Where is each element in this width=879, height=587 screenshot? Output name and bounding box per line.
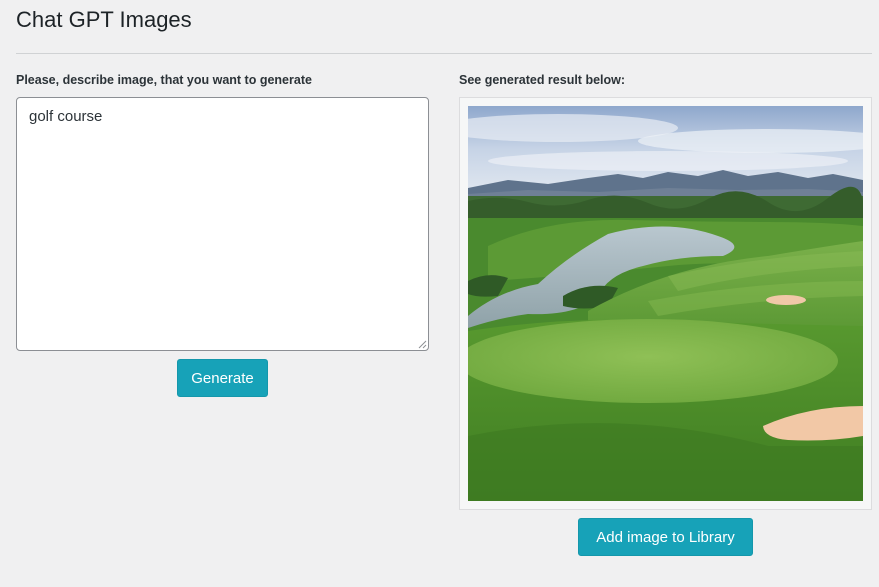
- prompt-textarea[interactable]: golf course: [16, 97, 429, 351]
- generated-image-frame: [459, 97, 872, 510]
- add-image-to-library-button[interactable]: Add image to Library: [578, 518, 753, 556]
- chat-gpt-images-page: Chat GPT Images Please, describe image, …: [0, 0, 879, 587]
- result-label: See generated result below:: [459, 73, 626, 87]
- page-title: Chat GPT Images: [16, 7, 192, 32]
- title-divider: [16, 53, 872, 54]
- generated-golf-course-image: [468, 106, 863, 501]
- prompt-label: Please, describe image, that you want to…: [16, 73, 312, 87]
- generate-button[interactable]: Generate: [177, 359, 268, 397]
